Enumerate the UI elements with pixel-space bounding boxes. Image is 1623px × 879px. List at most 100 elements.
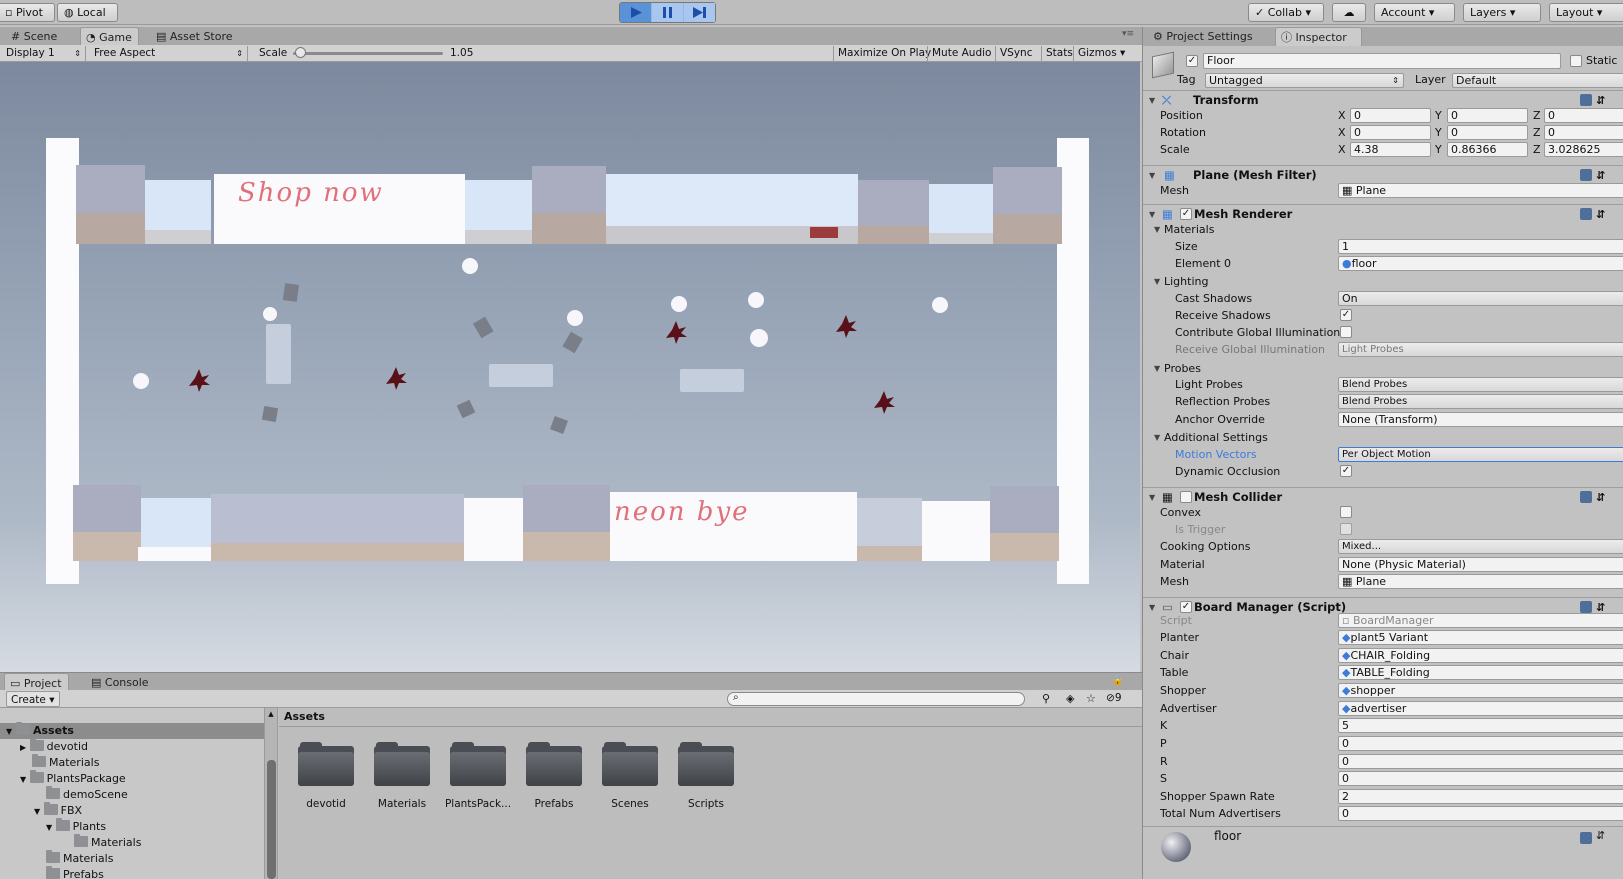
position-x-field[interactable]: 0 <box>1350 108 1431 123</box>
tab-game[interactable]: ◔ Game <box>80 27 139 46</box>
folder-materials[interactable] <box>374 742 430 786</box>
tree-item-devotid[interactable]: ▶ devotid <box>20 738 88 755</box>
table-field[interactable]: ◆TABLE_Folding <box>1338 665 1623 680</box>
anchor-override-field[interactable]: None (Transform) <box>1338 412 1623 427</box>
help-icon[interactable] <box>1580 832 1592 844</box>
shopper-field[interactable]: ◆shopper <box>1338 683 1623 698</box>
total-advertisers-field[interactable]: 0 <box>1338 806 1623 821</box>
lock-icon[interactable]: 🔒 <box>1112 676 1123 686</box>
tab-scene[interactable]: # Scene <box>6 27 63 46</box>
mesh-collider-enabled-checkbox[interactable] <box>1180 491 1192 503</box>
scale-x-field[interactable]: 4.38 <box>1350 142 1431 157</box>
probes-foldout[interactable]: ▼ Probes <box>1143 360 1623 377</box>
cooking-options-dropdown[interactable]: Mixed... <box>1338 539 1623 554</box>
rotation-y-field[interactable]: 0 <box>1447 125 1528 140</box>
layer-dropdown[interactable]: Default <box>1452 73 1623 88</box>
folder-devotid[interactable] <box>298 742 354 786</box>
pivot-toggle[interactable]: ▫ Pivot <box>0 3 55 22</box>
rotation-z-field[interactable]: 0 <box>1544 125 1623 140</box>
account-dropdown[interactable]: Account ▾ <box>1374 3 1455 22</box>
lighting-foldout[interactable]: ▼ Lighting <box>1143 273 1623 290</box>
tree-item-prefabs[interactable]: Prefabs <box>46 866 104 879</box>
convex-checkbox[interactable] <box>1340 506 1352 518</box>
mesh-field[interactable]: ▦ Plane <box>1338 183 1623 198</box>
physic-material-field[interactable]: None (Physic Material) <box>1338 557 1623 572</box>
planter-field[interactable]: ◆plant5 Variant <box>1338 630 1623 645</box>
help-icon[interactable] <box>1580 208 1592 220</box>
additional-settings-foldout[interactable]: ▼ Additional Settings <box>1143 429 1623 446</box>
rotation-x-field[interactable]: 0 <box>1350 125 1431 140</box>
play-button[interactable] <box>620 3 651 22</box>
filter-type-icon[interactable]: ⚲ <box>1042 692 1050 705</box>
static-checkbox[interactable] <box>1570 55 1582 67</box>
folder-scripts[interactable] <box>678 742 734 786</box>
scale-y-field[interactable]: 0.86366 <box>1447 142 1528 157</box>
tab-asset-store[interactable]: ▤ Asset Store <box>151 27 239 46</box>
layout-dropdown[interactable]: Layout ▾ <box>1549 3 1623 22</box>
step-button[interactable] <box>684 3 715 22</box>
s-field[interactable]: 0 <box>1338 771 1623 786</box>
p-field[interactable]: 0 <box>1338 736 1623 751</box>
materials-foldout[interactable]: ▼ Materials <box>1143 221 1623 238</box>
search-input[interactable]: ⌕ <box>727 692 1025 706</box>
folder-plantspackage[interactable] <box>450 742 506 786</box>
favorite-icon[interactable]: ☆ <box>1086 692 1096 705</box>
maximize-on-play[interactable]: Maximize On Play <box>833 46 935 61</box>
folder-prefabs[interactable] <box>526 742 582 786</box>
gizmos-dropdown[interactable]: Gizmos ▾ <box>1073 46 1129 61</box>
vsync-toggle[interactable]: VSync <box>995 46 1037 61</box>
k-field[interactable]: 5 <box>1338 718 1623 733</box>
collider-mesh-field[interactable]: ▦ Plane <box>1338 574 1623 589</box>
layers-dropdown[interactable]: Layers ▾ <box>1463 3 1541 22</box>
spawn-rate-field[interactable]: 2 <box>1338 789 1623 804</box>
active-checkbox[interactable]: ✓ <box>1186 55 1198 67</box>
position-z-field[interactable]: 0 <box>1544 108 1623 123</box>
tree-item-materials-2[interactable]: Materials <box>46 850 113 867</box>
dynamic-occlusion-checkbox[interactable]: ✓ <box>1340 465 1352 477</box>
folder-scenes[interactable] <box>602 742 658 786</box>
light-probes-dropdown[interactable]: Blend Probes <box>1338 377 1623 392</box>
filter-label-icon[interactable]: ◈ <box>1066 692 1074 705</box>
position-y-field[interactable]: 0 <box>1447 108 1528 123</box>
cloud-button[interactable]: ☁ <box>1332 3 1366 22</box>
scroll-thumb[interactable] <box>267 760 276 879</box>
create-dropdown[interactable]: Create ▾ <box>6 691 60 707</box>
cast-shadows-dropdown[interactable]: On <box>1338 291 1623 306</box>
reflection-probes-dropdown[interactable]: Blend Probes <box>1338 394 1623 409</box>
tree-item-materials[interactable]: Materials <box>32 754 99 771</box>
aspect-dropdown[interactable]: Free Aspect ⇕ <box>94 46 248 61</box>
contribute-gi-checkbox[interactable] <box>1340 326 1352 338</box>
tree-item-assets[interactable]: ▼ Assets <box>0 722 264 739</box>
receive-shadows-checkbox[interactable]: ✓ <box>1340 309 1352 321</box>
tree-item-demoscene[interactable]: demoScene <box>46 786 128 803</box>
collab-dropdown[interactable]: ✓ Collab ▾ <box>1248 3 1324 22</box>
tab-inspector[interactable]: ⓘ Inspector <box>1275 27 1362 46</box>
tree-item-plantspackage[interactable]: ▼ PlantsPackage <box>20 770 126 787</box>
scale-slider-thumb[interactable] <box>295 47 306 58</box>
tab-project-settings[interactable]: ⚙ Project Settings <box>1148 27 1259 46</box>
help-icon[interactable] <box>1580 94 1592 106</box>
game-viewport[interactable]: Shop now neon bye <box>0 62 1140 672</box>
motion-vectors-dropdown[interactable]: Per Object Motion <box>1338 447 1623 462</box>
scroll-up-icon[interactable]: ▲ <box>265 710 277 718</box>
mesh-renderer-enabled-checkbox[interactable]: ✓ <box>1180 208 1192 220</box>
advertiser-field[interactable]: ◆advertiser <box>1338 701 1623 716</box>
scale-z-field[interactable]: 3.028625 <box>1544 142 1623 157</box>
r-field[interactable]: 0 <box>1338 754 1623 769</box>
pause-button[interactable] <box>652 3 683 22</box>
settings-icon[interactable]: ⇵ <box>1596 829 1605 842</box>
tree-item-fbx[interactable]: ▼ FBX <box>34 802 82 819</box>
chair-field[interactable]: ◆CHAIR_Folding <box>1338 648 1623 663</box>
element0-field[interactable]: ●floor <box>1338 256 1623 271</box>
panel-menu-icon[interactable]: ▾≡ <box>1122 29 1134 39</box>
display-dropdown[interactable]: Display 1 ⇕ <box>6 46 86 61</box>
stats-toggle[interactable]: Stats <box>1041 46 1077 61</box>
object-name-field[interactable]: Floor <box>1203 53 1561 69</box>
tag-dropdown[interactable]: Untagged ⇕ <box>1205 73 1404 88</box>
mute-audio[interactable]: Mute Audio <box>927 46 995 61</box>
local-toggle[interactable]: ◍ Local <box>57 3 118 22</box>
help-icon[interactable] <box>1580 169 1592 181</box>
tree-scrollbar[interactable]: ▲ <box>265 708 278 879</box>
scale-slider-track[interactable] <box>293 52 443 55</box>
size-field[interactable]: 1 <box>1338 239 1623 254</box>
